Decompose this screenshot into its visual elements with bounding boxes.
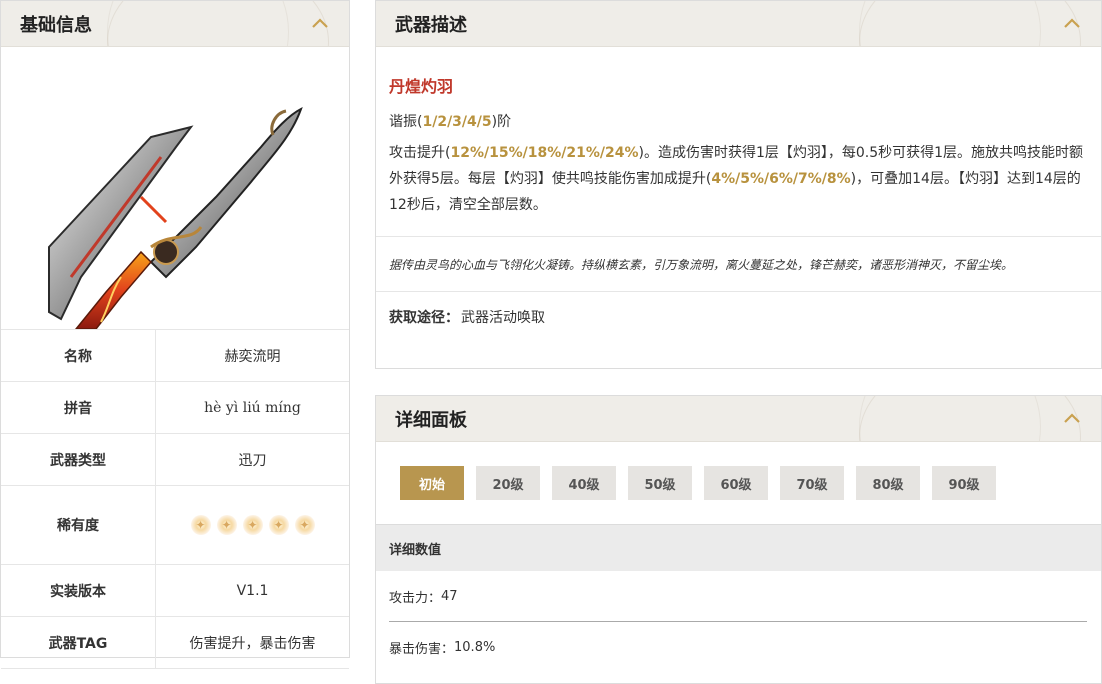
level-tab-20[interactable]: 20级 bbox=[476, 466, 540, 500]
basic-info-panel: 基础信息 名称 赫奕流明 拼音 hè yì liú míng 武器类型 迅刀 稀… bbox=[0, 0, 350, 669]
collapse-chevron-icon[interactable] bbox=[1063, 412, 1081, 424]
basic-info-table: 名称 赫奕流明 拼音 hè yì liú míng 武器类型 迅刀 稀有度 ✦ … bbox=[1, 330, 349, 669]
stat-row-crit-damage: 暴击伤害： 10.8% bbox=[389, 639, 496, 657]
level-tab-80[interactable]: 80级 bbox=[856, 466, 920, 500]
detail-stats-panel: 详细面板 初始 20级 40级 50级 60级 70级 80级 90级 详细数值… bbox=[375, 395, 1102, 684]
table-row: 拼音 hè yì liú míng bbox=[1, 381, 349, 434]
acquisition-source: 获取途径： 武器活动唤取 bbox=[376, 291, 1101, 342]
row-value: 赫奕流明 bbox=[155, 330, 349, 382]
table-row: 稀有度 ✦ ✦ ✦ ✦ ✦ bbox=[1, 485, 349, 565]
row-key: 稀有度 bbox=[1, 485, 156, 565]
table-row: 武器类型 迅刀 bbox=[1, 433, 349, 486]
skill-effect-text: 攻击提升(12%/15%/18%/21%/24%)。造成伤害时获得1层【灼羽】，… bbox=[389, 145, 1084, 213]
source-label: 获取途径： bbox=[389, 310, 459, 326]
collapse-chevron-icon[interactable] bbox=[1063, 17, 1081, 29]
collapse-chevron-icon[interactable] bbox=[311, 17, 329, 29]
stats-title: 详细面板 bbox=[395, 409, 467, 431]
weapon-image bbox=[1, 47, 349, 330]
refine-levels: 谐振(1/2/3/4/5)阶 bbox=[389, 114, 512, 130]
level-tab-40[interactable]: 40级 bbox=[552, 466, 616, 500]
row-key: 武器TAG bbox=[1, 616, 156, 669]
level-tab-70[interactable]: 70级 bbox=[780, 466, 844, 500]
stat-row-attack: 攻击力： 47 bbox=[389, 588, 458, 606]
row-value: 迅刀 bbox=[155, 433, 349, 486]
description-title: 武器描述 bbox=[395, 14, 467, 36]
table-row: 实装版本 V1.1 bbox=[1, 564, 349, 617]
row-value: V1.1 bbox=[155, 564, 349, 617]
level-tab-60[interactable]: 60级 bbox=[704, 466, 768, 500]
level-tab-90[interactable]: 90级 bbox=[932, 466, 996, 500]
weapon-story: 据传由灵鸟的心血与飞翎化火凝铸。持纵横玄素，引万象流明，离火蔓延之处，锋芒赫奕，… bbox=[376, 236, 1101, 291]
level-tabs: 初始 20级 40级 50级 60级 70级 80级 90级 bbox=[376, 442, 1101, 524]
row-value: hè yì liú míng bbox=[155, 381, 349, 434]
star-icon: ✦ bbox=[190, 515, 211, 535]
rarity-stars: ✦ ✦ ✦ ✦ ✦ bbox=[155, 485, 349, 565]
source-value: 武器活动唤取 bbox=[461, 310, 545, 326]
description-header: 武器描述 bbox=[376, 1, 1101, 47]
basic-info-title: 基础信息 bbox=[20, 14, 92, 36]
skill-name: 丹煌灼羽 bbox=[389, 77, 454, 96]
table-row: 名称 赫奕流明 bbox=[1, 330, 349, 382]
row-key: 名称 bbox=[1, 330, 156, 382]
star-icon: ✦ bbox=[268, 515, 289, 535]
row-key: 实装版本 bbox=[1, 564, 156, 617]
star-icon: ✦ bbox=[294, 515, 315, 535]
row-key: 武器类型 bbox=[1, 433, 156, 486]
row-value: 伤害提升，暴击伤害 bbox=[155, 616, 349, 669]
level-tab-initial[interactable]: 初始 bbox=[400, 466, 464, 500]
level-tab-50[interactable]: 50级 bbox=[628, 466, 692, 500]
row-key: 拼音 bbox=[1, 381, 156, 434]
star-icon: ✦ bbox=[242, 515, 263, 535]
stats-header: 详细面板 bbox=[376, 396, 1101, 442]
basic-info-header: 基础信息 bbox=[1, 1, 349, 47]
star-icon: ✦ bbox=[216, 515, 237, 535]
weapon-description-panel: 武器描述 丹煌灼羽 谐振(1/2/3/4/5)阶 攻击提升(12%/15%/18… bbox=[375, 0, 1102, 369]
table-row: 武器TAG 伤害提升，暴击伤害 bbox=[1, 616, 349, 669]
stats-section-title: 详细数值 bbox=[376, 524, 1101, 571]
